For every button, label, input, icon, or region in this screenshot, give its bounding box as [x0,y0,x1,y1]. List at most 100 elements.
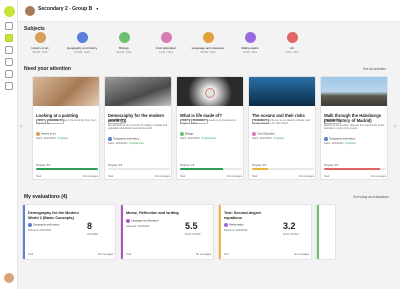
evaluation-accent [121,205,123,259]
settings-icon[interactable] [5,82,13,90]
evaluation-grade-label: EVALUATED [283,233,299,236]
subject-count: 22/89 / 1321 [243,51,257,54]
evaluation-card[interactable] [316,204,336,260]
subject-tile[interactable]: Geography and history 87/168 / 3202 [64,32,100,54]
card-footer: Task No messages [36,175,98,178]
card-messages[interactable]: No messages [155,175,170,178]
subject-count: 45/120 / 3321 [32,51,48,54]
evaluation-subject: Geography and history [28,223,59,227]
activity-card[interactable]: Quiz Evaluable 2 Looking at a painting Lear… [32,76,100,180]
card-progress-bar [252,168,314,170]
card-progress-label: Progress: 5/5 [36,164,51,167]
subject-name: Language and Literature [191,46,225,50]
user-avatar[interactable] [4,273,14,283]
card-subject: Civic Education [252,132,275,136]
subject-count: 99/168 / 5214 [200,51,216,54]
evaluations-title: My evaluations (4) [24,194,68,200]
card-messages[interactable]: No messages [83,175,98,178]
evaluation-grade-label: EVALUATED [185,233,201,236]
evaluation-card[interactable]: Mome, Reflection and writing Language and… [120,204,214,260]
card-type: Task [108,175,114,178]
card-subject: Geography and history [108,137,139,141]
evaluation-subject-name: Language and literature [131,219,159,223]
subject-tile[interactable]: Art 14/51 / 3321 [274,32,310,54]
card-description: We will work on the concepts of natality… [108,124,168,130]
dashboard-icon[interactable] [5,22,13,30]
card-description: Madrid de los Austrias: discover the mon… [324,124,385,130]
card-messages[interactable]: No messages [371,175,386,178]
subjects-icon[interactable] [5,34,13,42]
card-image [177,77,243,106]
activity-card[interactable]: Evaluable 1 Democraphy for the modern wor… [104,76,172,180]
evaluation-title: Demography for the Modern World 2 (Basic… [28,211,79,220]
evaluation-footer: Test No messages [224,253,309,256]
card-title: Walk through the Habsburgs (main history… [324,113,382,123]
card-title: What is life made of? [180,113,222,118]
card-start-date: Starts: 22/03/2023 [180,137,200,140]
evaluation-grade: 3.2 [283,221,296,231]
subject-icon [34,32,46,43]
evaluation-title: Mome, Reflection and writing [126,211,179,215]
evaluation-grade: 8 [87,221,93,231]
evaluation-card[interactable]: Test: Second-degree equations Mathematics… [218,204,312,260]
card-due: Starts: 22/03/2023 · Proposed [36,137,68,140]
subjects-row: History of art 45/120 / 3321 Geography and… [18,32,400,60]
subject-dot-icon [324,137,328,141]
card-type: Task [324,175,330,178]
subject-icon [244,32,256,43]
see-evaluations-link[interactable]: See today as evaluations [353,195,389,199]
evaluation-messages[interactable]: No messages [98,253,113,256]
attention-title: Need your attention [24,66,71,72]
subject-tile[interactable]: Civic Education 12/44 / 1322 [148,32,184,54]
search-icon[interactable] [5,70,13,78]
subject-icon [202,32,214,43]
card-progress-label: Progress: 1/8 [180,164,195,167]
app-root: Secondary 2 - Group B ▾ Subjects History … [0,0,400,289]
subject-tile[interactable]: Mathematics 22/89 / 1321 [232,32,268,54]
evaluation-subject-name: Geography and history [33,223,60,227]
subject-icon [76,32,88,43]
side-rail [0,0,18,289]
group-selector[interactable]: Secondary 2 - Group B ▾ [38,6,98,12]
card-subject-name: History of art [41,132,56,136]
subject-name: Geography and history [66,46,98,50]
card-status: Proposed [345,142,356,145]
card-subject-name: Geography and history [329,137,356,141]
card-status: Programmed [129,142,144,145]
card-start-date: Starts: 22/03/2023 [108,142,128,145]
activity-card[interactable]: Evaluable 1 Walk through the Habsburgs (m… [320,76,388,180]
card-subject-name: Geography and history [113,137,140,141]
see-all-activities-link[interactable]: See all activities [363,67,386,71]
subject-dot-icon [180,132,184,136]
subject-tile[interactable]: Language and Literature 99/168 / 5214 [190,32,226,54]
chevron-right-icon[interactable]: › [394,124,396,130]
card-title: Democraphy for the modern world (O) [108,113,165,123]
evaluation-grade: 5.5 [185,221,198,231]
card-footer: Task No messages [324,175,386,178]
card-subject: History of art [36,132,56,136]
evaluation-messages[interactable]: No messages [196,253,211,256]
chevron-down-icon: ▾ [96,6,99,11]
messages-icon[interactable] [5,58,13,66]
calendar-icon[interactable] [5,46,13,54]
card-progress-fill [180,168,224,170]
card-subject-name: Biology [185,132,194,136]
evaluation-messages[interactable]: No messages [294,253,309,256]
card-messages[interactable]: No messages [227,175,242,178]
card-status: Programmed [201,137,216,140]
activity-card[interactable]: Quiz Evaluable 1 What is life made of? Abou… [176,76,244,180]
card-description: About 99% of our body is made up of six … [180,119,237,125]
evaluation-card[interactable]: Demography for the Modern World 2 (Basic… [22,204,116,260]
subject-tile[interactable]: History of art 45/120 / 3321 [22,32,58,54]
card-messages[interactable]: No messages [299,175,314,178]
app-logo[interactable] [4,6,15,17]
card-start-date: Starts: 22/03/2023 [324,142,344,145]
evaluation-delivered: Delivered: 22/03/2023 [224,229,248,232]
subject-dot-icon [28,223,32,227]
subject-tile[interactable]: Biology 32/108 / 3321 [106,32,142,54]
evaluation-accent [219,205,221,259]
subject-icon [118,32,130,43]
evaluation-subject-name: Mathematics [229,223,244,227]
subject-count: 14/51 / 3321 [285,51,299,54]
activity-card[interactable]: Evaluable 0 The oceans and their risks The… [248,76,316,180]
